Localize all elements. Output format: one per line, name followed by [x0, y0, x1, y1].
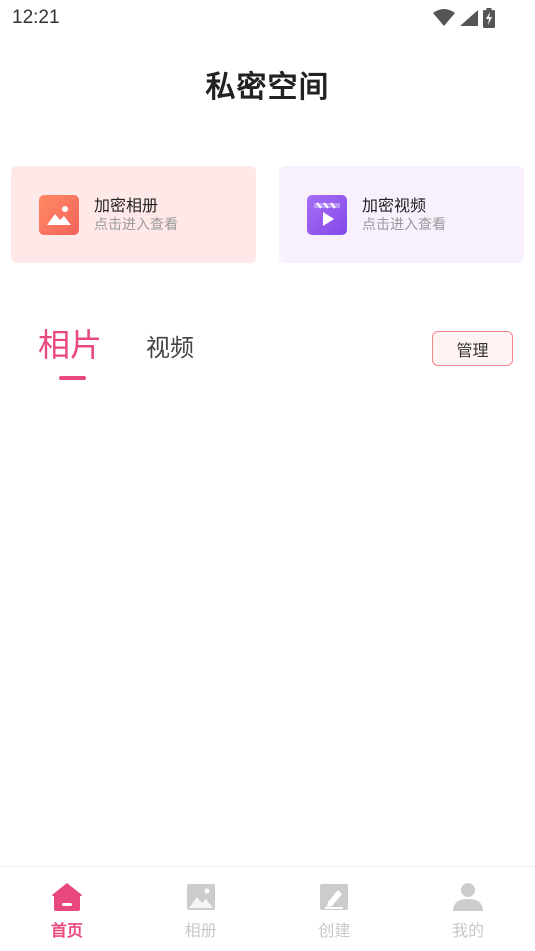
- nav-label: 我的: [452, 921, 485, 940]
- nav-item-create[interactable]: 创建: [268, 867, 402, 951]
- video-icon: [307, 194, 347, 235]
- tab-indicator: [59, 376, 86, 380]
- card-title: 加密视频: [362, 195, 427, 215]
- nav-label: 首页: [50, 921, 83, 940]
- wifi-icon: [433, 9, 455, 26]
- nav-item-profile[interactable]: 我的: [401, 867, 535, 951]
- create-icon: [318, 881, 350, 913]
- encrypted-video-card[interactable]: 加密视频 点击进入查看: [279, 166, 524, 263]
- battery-icon: [483, 8, 495, 28]
- status-bar: 12:21: [0, 0, 535, 36]
- manage-button[interactable]: 管理: [432, 331, 513, 366]
- home-icon: [51, 881, 83, 913]
- signal-icon: [460, 10, 478, 26]
- bottom-nav: 首页 相册 创建 我的: [0, 866, 535, 951]
- nav-label: 相册: [184, 921, 217, 940]
- image-icon: [39, 194, 79, 235]
- profile-icon: [452, 881, 484, 913]
- tab-videos[interactable]: 视频: [146, 328, 194, 363]
- card-subtitle: 点击进入查看: [94, 216, 178, 233]
- nav-label: 创建: [318, 921, 351, 940]
- encrypted-album-card[interactable]: 加密相册 点击进入查看: [11, 166, 256, 263]
- status-icons: [433, 8, 495, 28]
- nav-item-album[interactable]: 相册: [134, 867, 268, 951]
- card-title: 加密相册: [94, 195, 159, 215]
- status-time: 12:21: [12, 7, 60, 28]
- tab-photos[interactable]: 相片: [38, 320, 102, 366]
- card-subtitle: 点击进入查看: [362, 216, 446, 233]
- nav-item-home[interactable]: 首页: [0, 867, 134, 951]
- page-title: 私密空间: [205, 70, 330, 105]
- album-icon: [185, 881, 217, 913]
